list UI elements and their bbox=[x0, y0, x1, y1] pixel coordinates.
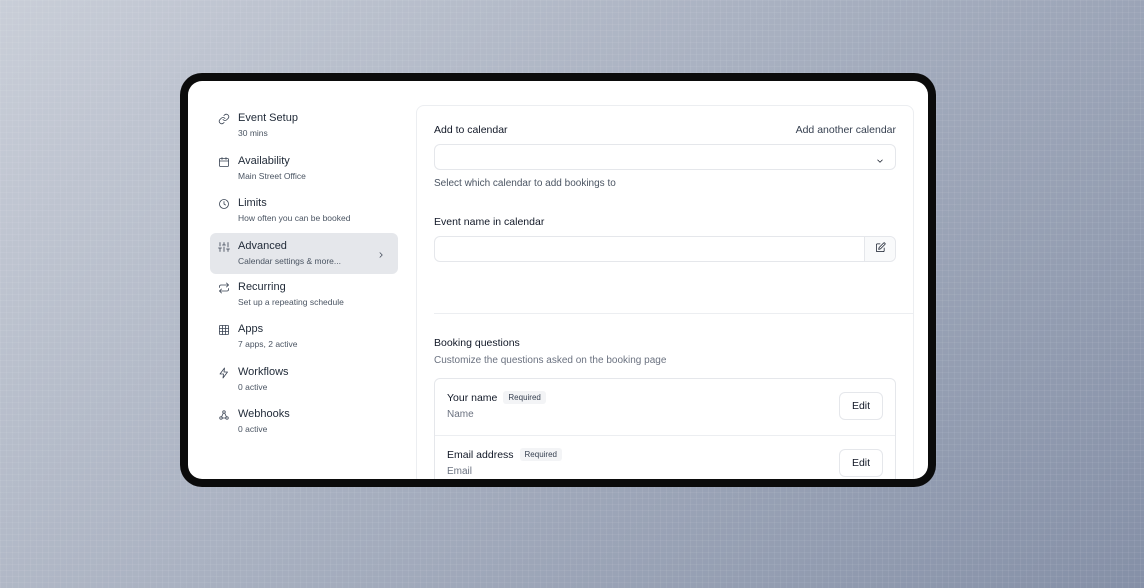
required-badge: Required bbox=[503, 391, 546, 404]
sidebar-item-subtitle: 7 apps, 2 active bbox=[238, 339, 298, 349]
booking-questions-subtitle: Customize the questions asked on the boo… bbox=[434, 355, 667, 366]
clock-icon bbox=[218, 198, 230, 210]
zap-icon bbox=[218, 367, 230, 379]
sidebar-item-subtitle: 30 mins bbox=[238, 128, 268, 138]
sidebar-item-title: Advanced bbox=[238, 239, 287, 252]
sidebar-item-title: Webhooks bbox=[238, 408, 290, 420]
sidebar-item-title: Apps bbox=[238, 323, 264, 335]
calendar-hint: Select which calendar to add bookings to bbox=[434, 178, 616, 189]
sidebar-item-title: Event Setup bbox=[238, 112, 298, 124]
advanced-settings-panel: Add to calendar Add another calendar Sel… bbox=[416, 105, 914, 479]
edit-event-name-button[interactable] bbox=[864, 237, 895, 261]
booking-questions-list: Your name Required Name Edit Email addre… bbox=[434, 378, 896, 479]
sidebar-item-apps[interactable]: Apps 7 apps, 2 active bbox=[210, 316, 398, 359]
question-type: Name bbox=[447, 409, 474, 420]
add-another-calendar-link[interactable]: Add another calendar bbox=[796, 124, 896, 136]
chevron-down-icon bbox=[875, 153, 885, 163]
question-type: Email bbox=[447, 466, 473, 477]
chevron-right-icon bbox=[376, 247, 386, 258]
webhook-icon bbox=[218, 409, 230, 421]
event-name-input-group bbox=[434, 236, 896, 262]
sidebar-item-recurring[interactable]: Recurring Set up a repeating schedule bbox=[210, 274, 398, 317]
sidebar-item-limits[interactable]: Limits How often you can be booked bbox=[210, 190, 398, 233]
sidebar-item-webhooks[interactable]: Webhooks 0 active bbox=[210, 401, 398, 444]
sidebar-item-subtitle: 0 active bbox=[238, 424, 268, 434]
section-divider bbox=[434, 313, 913, 314]
repeat-icon bbox=[218, 282, 230, 294]
event-name-input[interactable] bbox=[435, 237, 865, 261]
question-label: Your name bbox=[447, 391, 498, 404]
sidebar-item-availability[interactable]: Availability Main Street Office bbox=[210, 148, 398, 191]
question-title: Your name Required bbox=[447, 391, 546, 404]
grid-icon bbox=[218, 324, 230, 336]
edit-question-button[interactable]: Edit bbox=[839, 449, 883, 477]
sidebar-item-title: Recurring bbox=[238, 280, 286, 293]
event-settings-sidebar: Event Setup 30 mins Availability Main St… bbox=[210, 105, 398, 444]
app-screen: Event Setup 30 mins Availability Main St… bbox=[188, 81, 928, 479]
sidebar-item-advanced[interactable]: Advanced Calendar settings & more... bbox=[210, 232, 398, 274]
sidebar-item-subtitle: Set up a repeating schedule bbox=[238, 296, 344, 307]
sidebar-item-subtitle: How often you can be booked bbox=[238, 213, 351, 223]
sidebar-item-event-setup[interactable]: Event Setup 30 mins bbox=[210, 105, 398, 148]
list-item: Email address Required Email Edit bbox=[435, 436, 895, 479]
calendar-icon bbox=[218, 156, 230, 168]
calendar-select[interactable] bbox=[434, 144, 896, 170]
sliders-icon bbox=[218, 241, 230, 253]
sidebar-item-subtitle: Calendar settings & more... bbox=[238, 255, 341, 266]
event-name-label: Event name in calendar bbox=[434, 216, 545, 228]
sidebar-item-title: Availability bbox=[238, 154, 290, 167]
booking-questions-title: Booking questions bbox=[434, 337, 520, 349]
question-title: Email address Required bbox=[447, 448, 562, 461]
sidebar-item-title: Workflows bbox=[238, 365, 289, 378]
add-to-calendar-label: Add to calendar bbox=[434, 124, 508, 136]
sidebar-item-subtitle: Main Street Office bbox=[238, 170, 306, 181]
device-frame: Event Setup 30 mins Availability Main St… bbox=[180, 73, 936, 487]
edit-question-button[interactable]: Edit bbox=[839, 392, 883, 420]
link-icon bbox=[218, 113, 230, 125]
sidebar-item-title: Limits bbox=[238, 197, 267, 209]
required-badge: Required bbox=[519, 448, 562, 461]
list-item: Your name Required Name Edit bbox=[435, 379, 895, 436]
question-label: Email address bbox=[447, 448, 514, 461]
edit-icon bbox=[875, 240, 886, 258]
sidebar-item-workflows[interactable]: Workflows 0 active bbox=[210, 359, 398, 402]
sidebar-item-subtitle: 0 active bbox=[238, 381, 268, 392]
